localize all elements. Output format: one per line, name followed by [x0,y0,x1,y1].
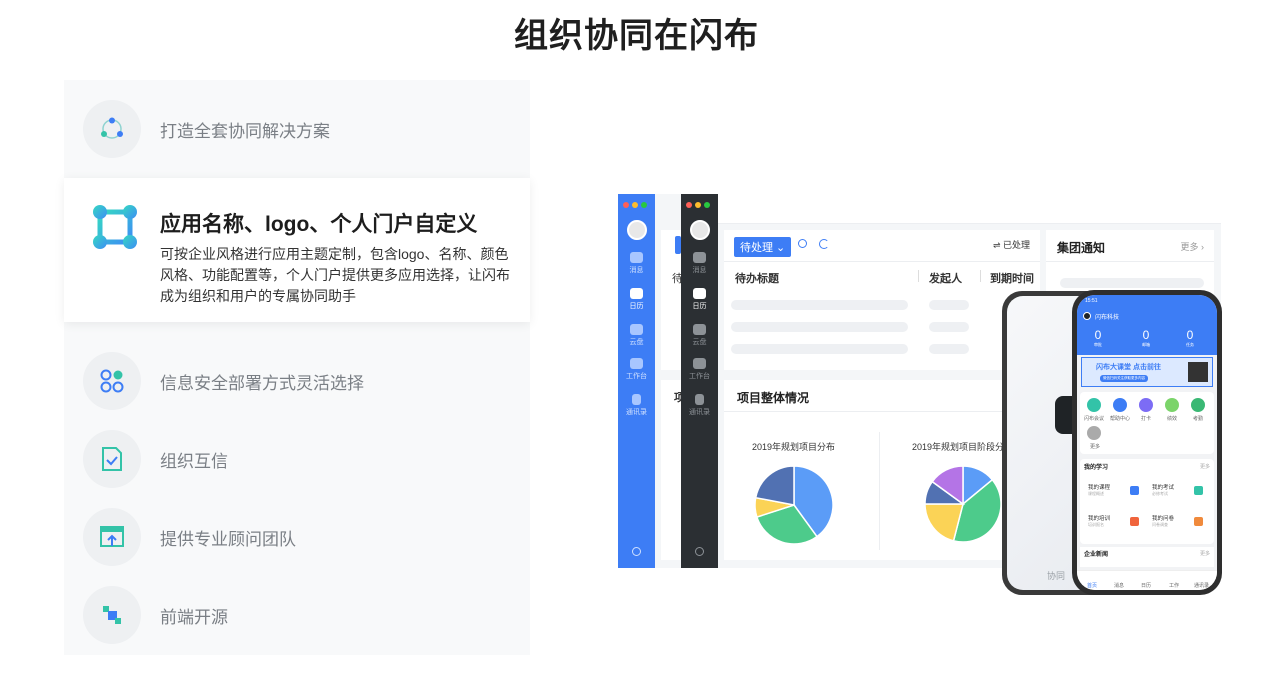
attendance-icon[interactable] [1191,398,1205,412]
share-icon [83,100,141,158]
menu-item-label: 前端开源 [160,607,228,627]
phone-tab-bar: 首页 消息 日历 工作 通讯录 [1077,570,1217,590]
feature-menu: 打造全套协同解决方案 应用名称、logo、个人门户自定义 可按企业风格进行应用主… [64,80,530,655]
phone-front: 15:51 闪布科技 0 审批 0 邮箱 0 任务 闪布大课堂 点击前往 微信扫码关注… [1072,290,1222,595]
processed-tab[interactable]: ⇌ 已处理 [993,238,1030,251]
menu-item-label: 信息安全部署方式灵活选择 [160,373,364,393]
menu-item-label: 打造全套协同解决方案 [160,121,330,141]
avatar [1083,312,1091,320]
training-icon [1130,517,1139,526]
survey-icon [1194,517,1203,526]
menu-item-security[interactable]: 信息安全部署方式灵活选择 [64,342,530,420]
col-sender: 发起人 [929,273,962,285]
phone-header: 15:51 闪布科技 0 审批 0 邮箱 0 任务 [1077,295,1217,355]
sidebar-item-workbench[interactable]: 工作台 [618,358,655,381]
help-icon[interactable] [1113,398,1127,412]
sidebar-item-contacts[interactable]: 通讯录 [681,394,718,417]
course-icon [1130,486,1139,495]
performance-icon[interactable] [1165,398,1179,412]
customize-icon [93,205,137,249]
sidebar-item-workbench[interactable]: 工作台 [681,358,718,381]
menu-item-consultant[interactable]: 提供专业顾问团队 [64,498,530,576]
menu-item-solution[interactable]: 打造全套协同解决方案 [64,90,530,168]
layers-icon [83,586,141,644]
tab-work[interactable]: 工作 [1169,582,1179,589]
tab-calendar[interactable]: 日历 [1141,582,1151,589]
dark-theme-sidebar: 消息 日历 云盘 工作台 通讯录 [681,194,718,568]
col-title: 待办标题 [735,273,779,285]
sidebar-item-message[interactable]: 消息 [681,252,718,275]
headset-icon[interactable] [695,547,704,556]
overview-title: 项目整体情况 [737,391,810,405]
headset-icon[interactable] [632,547,641,556]
menu-item-trust[interactable]: 组织互信 [64,420,530,498]
punch-icon[interactable] [1139,398,1153,412]
menu-item-opensource[interactable]: 前端开源 [64,576,530,654]
search-icon[interactable] [798,239,807,248]
exam-icon [1194,486,1203,495]
notice-title: 集团通知 [1057,241,1106,255]
pie-chart-distribution [755,466,833,544]
sidebar-item-contacts[interactable]: 通讯录 [618,394,655,417]
blue-theme-sidebar: 消息 日历 云盘 工作台 通讯录 [618,194,655,568]
pie2-title: 2019年规划项目阶段分 [912,442,1005,452]
sidebar-item-cloud[interactable]: 云盘 [618,324,655,347]
refresh-icon[interactable] [819,239,829,249]
tab-message[interactable]: 消息 [1114,582,1124,589]
menu-item-label: 提供专业顾问团队 [160,529,296,549]
document-check-icon [83,430,141,488]
study-section: 我的学习 更多 我的课程 课程概述 我的考试 必修考试 我的培训 培训报名 我的… [1080,459,1214,544]
menu-item-custom-active[interactable]: 应用名称、logo、个人门户自定义 可按企业风格进行应用主题定制，包含logo、… [64,178,530,322]
menu-item-label: 组织互信 [160,451,228,471]
tab-contacts[interactable]: 通讯录 [1194,582,1209,589]
news-section: 企业新闻 更多 [1080,547,1214,567]
sidebar-item-calendar[interactable]: 日历 [618,288,655,311]
todo-card: 待处理 ⌄ ⇌ 已处理 待办标题 发起人 到期时间 [724,230,1040,370]
sidebar-item-calendar[interactable]: 日历 [681,288,718,311]
notice-more-link[interactable]: 更多 › [1180,240,1204,253]
more-icon[interactable] [1087,426,1101,440]
pie-chart-stage [925,466,1001,542]
qr-code-icon [1188,362,1208,382]
active-item-description: 可按企业风格进行应用主题定制，包含logo、名称、颜色风格、功能配置等，个人门户… [160,246,510,304]
meeting-icon[interactable] [1087,398,1101,412]
avatar [627,220,647,240]
active-item-title: 应用名称、logo、个人门户自定义 [160,213,478,236]
page-title: 组织协同在闪布 [514,17,759,55]
avatar [690,220,710,240]
upload-window-icon [83,508,141,566]
apps-icon [83,352,141,410]
pie-slice [755,466,795,506]
sidebar-item-message[interactable]: 消息 [618,252,655,275]
pie1-title: 2019年规划项目分布 [752,442,836,452]
tab-home[interactable]: 首页 [1087,582,1097,589]
col-due: 到期时间 [990,273,1034,285]
promo-banner[interactable]: 闪布大课堂 点击前往 微信扫码关注获取更多内容 [1081,357,1213,387]
sidebar-item-cloud[interactable]: 云盘 [681,324,718,347]
todo-dropdown[interactable]: 待处理 ⌄ [734,237,792,257]
